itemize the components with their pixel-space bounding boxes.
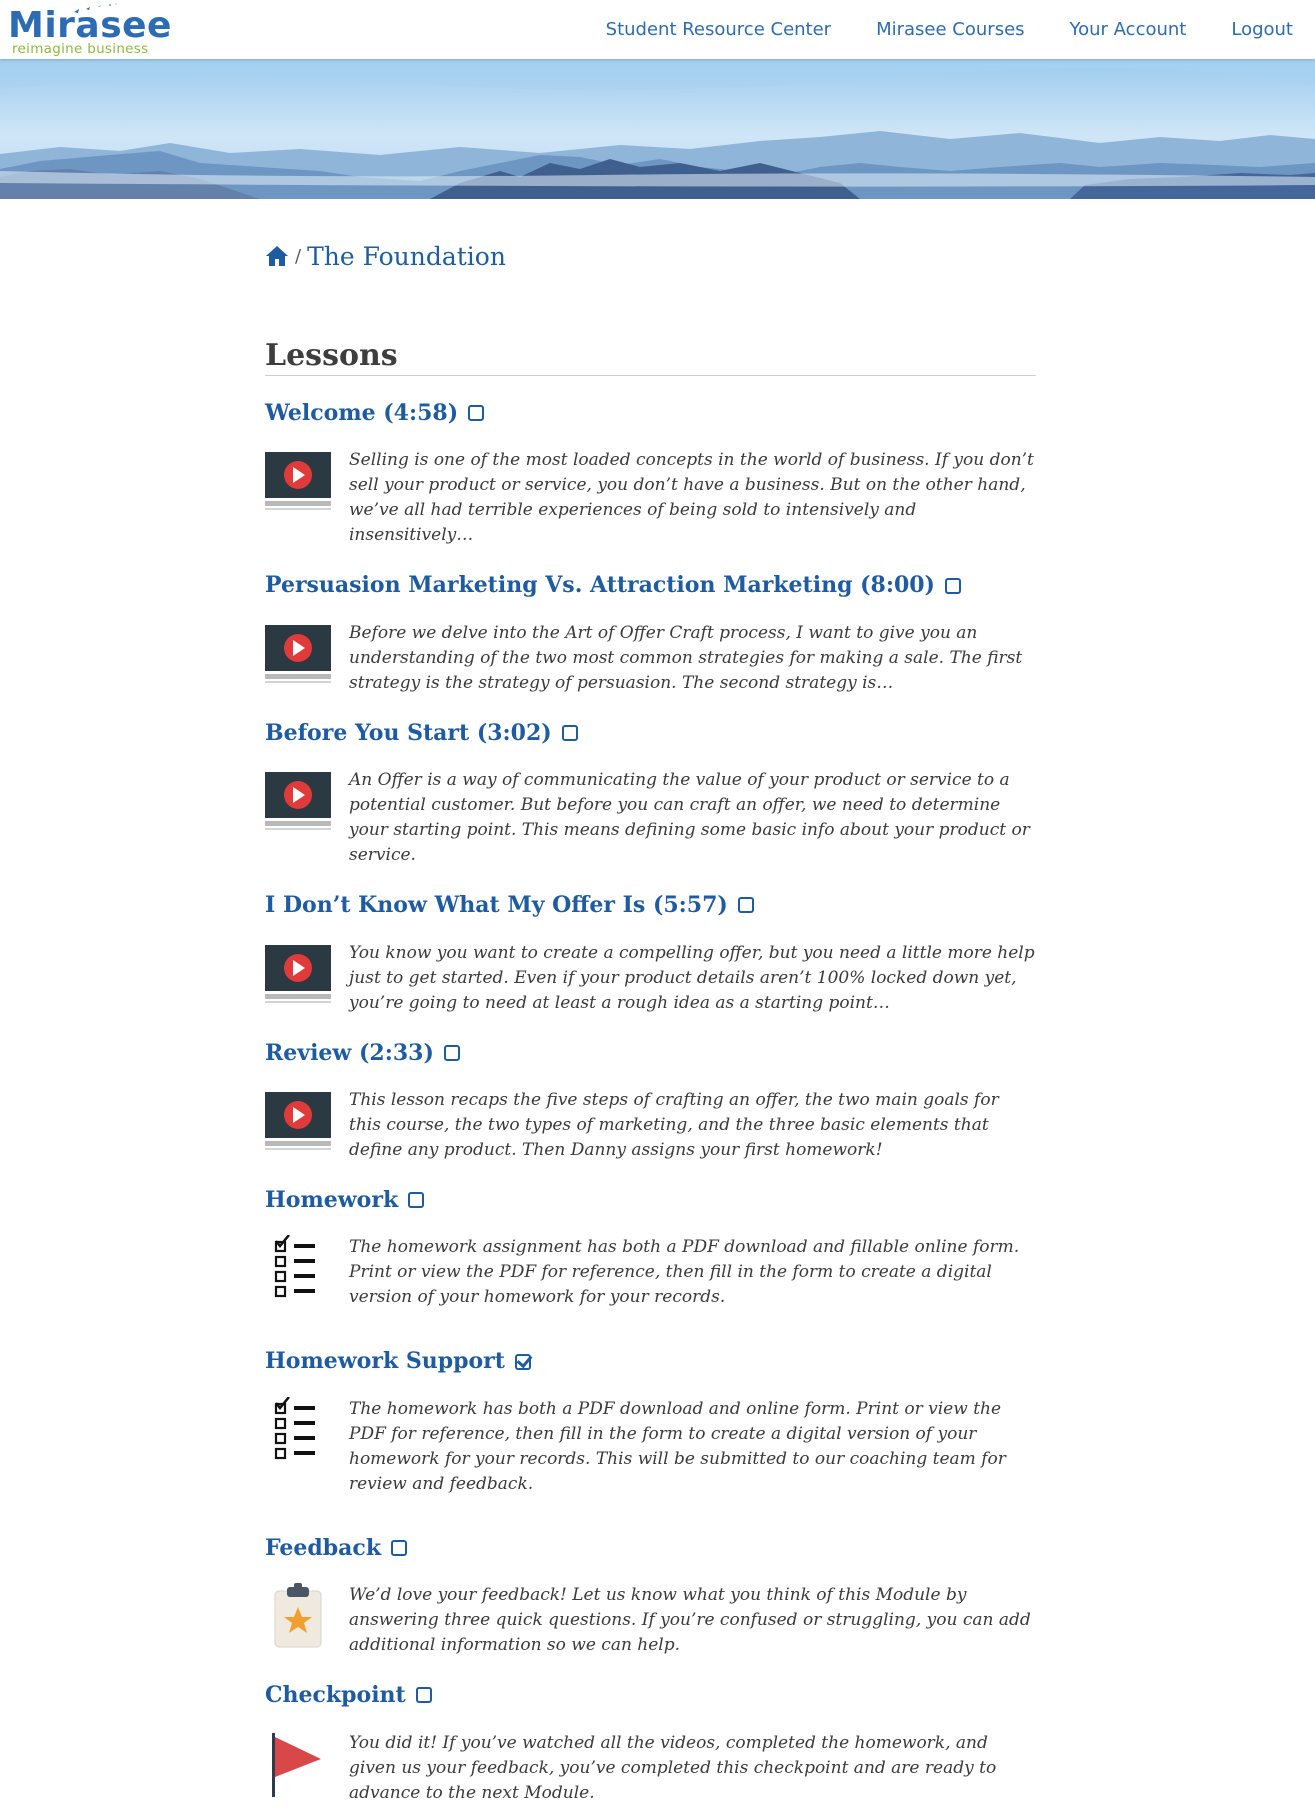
lesson-description: We’d love your feedback! Let us know wha… (349, 1585, 1031, 1656)
lesson-title-text: Before You Start (3:02) (265, 719, 552, 746)
checklist-icon[interactable] (265, 1396, 333, 1463)
nav-your-account[interactable]: Your Account (1070, 19, 1187, 40)
video-play-icon[interactable] (265, 448, 333, 514)
lesson-complete-checkbox[interactable] (415, 1687, 432, 1704)
top-navigation-bar: Mirasee reimagine business Student Resou… (0, 0, 1315, 59)
lesson-title-text: Checkpoint (265, 1682, 406, 1709)
lesson-title-link[interactable]: Feedback (265, 1535, 1036, 1561)
lesson-complete-checkbox[interactable] (737, 897, 754, 914)
lesson-item: Review (2:33) This lesson recaps the fiv… (265, 1040, 1036, 1163)
breadcrumb-separator: / (295, 245, 302, 267)
logo-wordmark: Mirasee (8, 5, 172, 46)
lesson-complete-checkbox[interactable] (408, 1192, 425, 1209)
lessons-heading: Lessons (265, 338, 1036, 376)
breadcrumb-current-page: The Foundation (307, 241, 506, 271)
mountain-banner-image (0, 59, 1315, 199)
lesson-item: Before You Start (3:02) An Offer is a wa… (265, 720, 1036, 868)
lesson-title-text: Homework (265, 1186, 399, 1213)
lesson-description: An Offer is a way of communicating the v… (349, 770, 1030, 866)
red-flag-icon[interactable] (265, 1731, 333, 1797)
lesson-item: Checkpoint You did it! If you’ve watched… (265, 1682, 1036, 1805)
breadcrumb: / The Foundation (265, 230, 1036, 282)
lesson-complete-checkbox-checked[interactable] (514, 1353, 531, 1370)
lesson-item: I Don’t Know What My Offer Is (5:57) You… (265, 892, 1036, 1015)
nav-logout[interactable]: Logout (1231, 19, 1293, 40)
lesson-item: Persuasion Marketing Vs. Attraction Mark… (265, 572, 1036, 695)
lesson-description: You know you want to create a compelling… (349, 942, 1035, 1013)
lesson-title-text: Homework Support (265, 1348, 505, 1375)
nav-mirasee-courses[interactable]: Mirasee Courses (876, 19, 1024, 40)
clipboard-star-icon[interactable] (265, 1583, 333, 1649)
lesson-item: Welcome (4:58) Selling is one of the mos… (265, 400, 1036, 548)
lesson-item: Homework Support The homework has both a… (265, 1348, 1036, 1496)
video-play-icon[interactable] (265, 1088, 333, 1154)
video-play-icon[interactable] (265, 941, 333, 1007)
lesson-title-text: Review (2:33) (265, 1039, 434, 1066)
lesson-title-link[interactable]: Welcome (4:58) (265, 400, 1036, 426)
lesson-description: The homework has both a PDF download and… (349, 1398, 1006, 1494)
lesson-description: You did it! If you’ve watched all the vi… (349, 1732, 997, 1803)
logo-tagline: reimagine business (12, 41, 149, 57)
lesson-title-text: Persuasion Marketing Vs. Attraction Mark… (265, 572, 935, 599)
checklist-icon[interactable] (265, 1235, 333, 1301)
home-icon[interactable] (265, 244, 289, 268)
lesson-complete-checkbox[interactable] (391, 1539, 408, 1556)
lesson-title-text: I Don’t Know What My Offer Is (5:57) (265, 892, 728, 919)
lesson-title-text: Feedback (265, 1534, 382, 1561)
mirasee-logo[interactable]: Mirasee reimagine business (8, 2, 208, 58)
lesson-description: The homework assignment has both a PDF d… (349, 1237, 1020, 1308)
lesson-title-link[interactable]: Review (2:33) (265, 1040, 1036, 1066)
video-play-icon[interactable] (265, 768, 333, 834)
module-content: / The Foundation Lessons Welcome (4:58) … (265, 230, 1036, 1806)
lesson-title-text: Welcome (4:58) (265, 400, 459, 426)
lesson-title-link[interactable]: Checkpoint (265, 1682, 1036, 1708)
lesson-description: This lesson recaps the five steps of cra… (349, 1089, 999, 1160)
nav-student-resource-center[interactable]: Student Resource Center (606, 19, 831, 40)
lesson-description: Selling is one of the most loaded concep… (349, 450, 1034, 546)
lesson-title-link[interactable]: Persuasion Marketing Vs. Attraction Mark… (265, 572, 1036, 598)
lesson-complete-checkbox[interactable] (561, 724, 578, 741)
lesson-complete-checkbox[interactable] (468, 405, 485, 422)
lesson-title-link[interactable]: Homework Support (265, 1348, 1036, 1374)
lesson-item: Homework The homework assignment has bot… (265, 1187, 1036, 1310)
lesson-complete-checkbox[interactable] (944, 577, 961, 594)
lesson-description: Before we delve into the Art of Offer Cr… (349, 622, 1023, 693)
main-nav: Student Resource Center Mirasee Courses … (606, 0, 1315, 59)
video-play-icon[interactable] (265, 621, 333, 687)
lesson-complete-checkbox[interactable] (443, 1044, 460, 1061)
lesson-item: Feedback We’d love your feedback! Let us… (265, 1535, 1036, 1658)
lesson-title-link[interactable]: I Don’t Know What My Offer Is (5:57) (265, 892, 1036, 918)
lesson-title-link[interactable]: Homework (265, 1187, 1036, 1213)
lesson-title-link[interactable]: Before You Start (3:02) (265, 720, 1036, 746)
